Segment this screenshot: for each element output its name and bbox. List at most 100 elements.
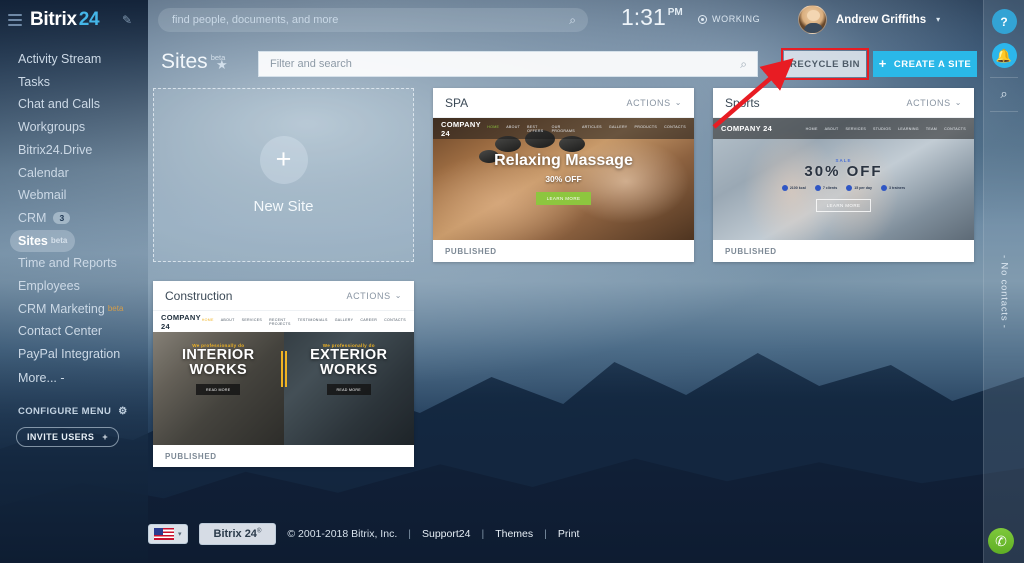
search-icon[interactable]: ⌕ <box>984 78 1024 102</box>
chevron-down-icon[interactable]: ▾ <box>936 15 940 24</box>
sidebar-item-workgroups[interactable]: Workgroups <box>10 116 93 138</box>
us-flag-icon <box>154 528 174 540</box>
sidebar-item-activity-stream[interactable]: Activity Stream <box>10 48 109 70</box>
sidebar-item-label: Contact Center <box>18 324 103 339</box>
sidebar-item-tasks[interactable]: Tasks <box>10 71 58 93</box>
site-card-spa[interactable]: SPA ACTIONS ⌄ COMPANY 24 HOME ABOUT BEST… <box>433 88 694 262</box>
star-icon[interactable]: ★ <box>216 57 228 73</box>
preview-hero-right: We professionally do EXTERIOR WORKS READ… <box>284 343 415 395</box>
card-title: Construction <box>165 288 233 303</box>
create-a-site-label: CREATE A SITE <box>893 58 972 70</box>
brand-number: 24 <box>78 9 100 30</box>
footer-link-print[interactable]: Print <box>558 528 580 540</box>
sidebar-item-paypal-integration[interactable]: PayPal Integration <box>10 343 128 365</box>
sidebar-item-crm-marketing[interactable]: CRM Marketing beta <box>10 298 131 320</box>
preview-nav-item: CAREER <box>360 317 378 322</box>
logo-row: Bitrix 24 ✎ <box>0 0 148 40</box>
sidebar-item-more[interactable]: More... - <box>10 368 73 390</box>
preview-nav-item: CONTACTS <box>384 317 406 322</box>
recycle-bin-button[interactable]: RECYCLE BIN <box>784 51 866 77</box>
create-a-site-button[interactable]: + CREATE A SITE <box>873 51 977 77</box>
site-card-sports[interactable]: Sports ACTIONS ⌄ COMPANY 24 HOME ABOUT S… <box>713 88 974 262</box>
recycle-bin-label: RECYCLE BIN <box>790 58 860 70</box>
gear-icon[interactable]: ⚙ <box>118 406 127 417</box>
preview-nav-item: TEAM <box>925 126 938 131</box>
sidebar-item-label: Webmail <box>18 188 67 203</box>
invite-users-label: INVITE USERS <box>27 431 95 442</box>
chevron-down-icon: ⌄ <box>954 98 962 107</box>
preview-nav-item: RECENT PROJECTS <box>269 317 291 326</box>
global-search-input[interactable]: find people, documents, and more ⌕ <box>158 8 588 32</box>
new-site-label: New Site <box>253 197 314 215</box>
preview-nav-item: BEST OFFERS <box>527 124 544 133</box>
site-card-construction[interactable]: Construction ACTIONS ⌄ COMPANY 24 HOME A… <box>153 281 414 467</box>
bell-icon[interactable]: 🔔 <box>991 43 1017 68</box>
global-search-placeholder: find people, documents, and more <box>172 14 339 26</box>
separator: | <box>408 528 411 540</box>
preview-stat: 7 clients <box>814 185 837 191</box>
sites-beta-badge: beta <box>50 236 68 246</box>
card-actions-label: ACTIONS <box>346 290 391 301</box>
preview-nav-item: CONTACTS <box>944 126 966 131</box>
user-menu[interactable]: Andrew Griffiths ▾ <box>798 5 940 34</box>
preview-nav-item: GALLERY <box>334 317 354 322</box>
preview-navbar: COMPANY 24 HOME ABOUT SERVICES RECENT PR… <box>153 311 414 332</box>
stat-dot-icon <box>814 185 821 191</box>
sidebar-item-sites[interactable]: Sites beta <box>10 229 76 252</box>
sidebar-item-calendar[interactable]: Calendar <box>10 162 77 184</box>
stat-dot-icon <box>781 185 788 191</box>
search-icon[interactable]: ⌕ <box>740 57 747 72</box>
preview-stat: 3 trainers <box>880 185 905 191</box>
language-selector[interactable]: ▾ <box>148 524 188 544</box>
footer-link-support24[interactable]: Support24 <box>422 528 470 540</box>
bitrix24-badge[interactable]: Bitrix 24® <box>198 523 277 545</box>
sidebar-item-contact-center[interactable]: Contact Center <box>10 321 110 343</box>
card-actions-menu[interactable]: ACTIONS ⌄ <box>346 291 402 301</box>
avatar[interactable] <box>798 5 827 34</box>
sidebar-item-label: CRM Marketing <box>18 301 105 316</box>
card-actions-menu[interactable]: ACTIONS ⌄ <box>906 98 962 108</box>
card-actions-label: ACTIONS <box>906 97 951 108</box>
card-header: Construction ACTIONS ⌄ <box>153 281 414 311</box>
help-icon[interactable]: ? <box>991 9 1017 34</box>
preview-nav-item: SERVICES <box>845 126 867 131</box>
preview-navbar: COMPANY 24 HOME ABOUT SERVICES STUDIOS L… <box>713 118 974 139</box>
hamburger-icon[interactable] <box>8 14 22 26</box>
card-status: PUBLISHED <box>153 445 414 467</box>
sidebar-item-label: Activity Stream <box>18 52 102 67</box>
crm-badge-count: 3 <box>53 212 71 225</box>
new-site-card[interactable]: + New Site <box>153 88 414 262</box>
card-status-label: PUBLISHED <box>445 246 497 256</box>
sidebar-item-time-and-reports[interactable]: Time and Reports <box>10 253 125 275</box>
sidebar-item-label: Employees <box>18 278 80 293</box>
sidebar-item-employees[interactable]: Employees <box>10 275 88 297</box>
preview-nav-item: GALLERY <box>608 124 628 129</box>
preview-headline: 30% OFF <box>804 163 883 180</box>
preview-hero-left: We professionally do INTERIOR WORKS READ… <box>153 343 284 395</box>
filter-search-placeholder: Filter and search <box>270 58 352 70</box>
phone-icon[interactable]: ✆ <box>988 528 1014 554</box>
sidebar-item-bitrix24-drive[interactable]: Bitrix24.Drive <box>10 139 100 161</box>
sites-row: Construction ACTIONS ⌄ COMPANY 24 HOME A… <box>148 281 983 467</box>
sidebar-item-crm[interactable]: CRM 3 <box>10 207 78 229</box>
configure-menu-button[interactable]: CONFIGURE MENU ⚙ <box>18 406 148 417</box>
preview-nav-item: ABOUT <box>824 126 839 131</box>
brand-logo[interactable]: Bitrix 24 <box>30 9 100 31</box>
card-status: PUBLISHED <box>713 240 974 262</box>
clock-time: 1:31 <box>621 4 666 30</box>
work-status[interactable]: WORKING <box>698 14 760 24</box>
sidebar-item-webmail[interactable]: Webmail <box>10 184 74 206</box>
sidebar-item-chat-and-calls[interactable]: Chat and Calls <box>10 94 108 116</box>
left-sidebar: Bitrix 24 ✎ Activity Stream Tasks Chat an… <box>0 0 148 563</box>
filter-search-input[interactable]: Filter and search ⌕ <box>258 51 758 77</box>
invite-users-button[interactable]: INVITE USERS + <box>16 426 119 447</box>
card-actions-menu[interactable]: ACTIONS ⌄ <box>626 98 682 108</box>
preview-nav: HOME ABOUT SERVICES RECENT PROJECTS TEST… <box>202 318 406 326</box>
pencil-icon[interactable]: ✎ <box>122 13 132 27</box>
search-icon[interactable]: ⌕ <box>569 13 576 28</box>
top-bar: find people, documents, and more ⌕ 1:31 … <box>148 0 1024 41</box>
footer-link-themes[interactable]: Themes <box>495 528 533 540</box>
copyright-text: © 2001-2018 Bitrix, Inc. <box>287 528 398 540</box>
preview-nav-item: ABOUT <box>506 124 521 129</box>
right-rail: ? 🔔 ⌕ - No contacts - <box>983 0 1024 563</box>
